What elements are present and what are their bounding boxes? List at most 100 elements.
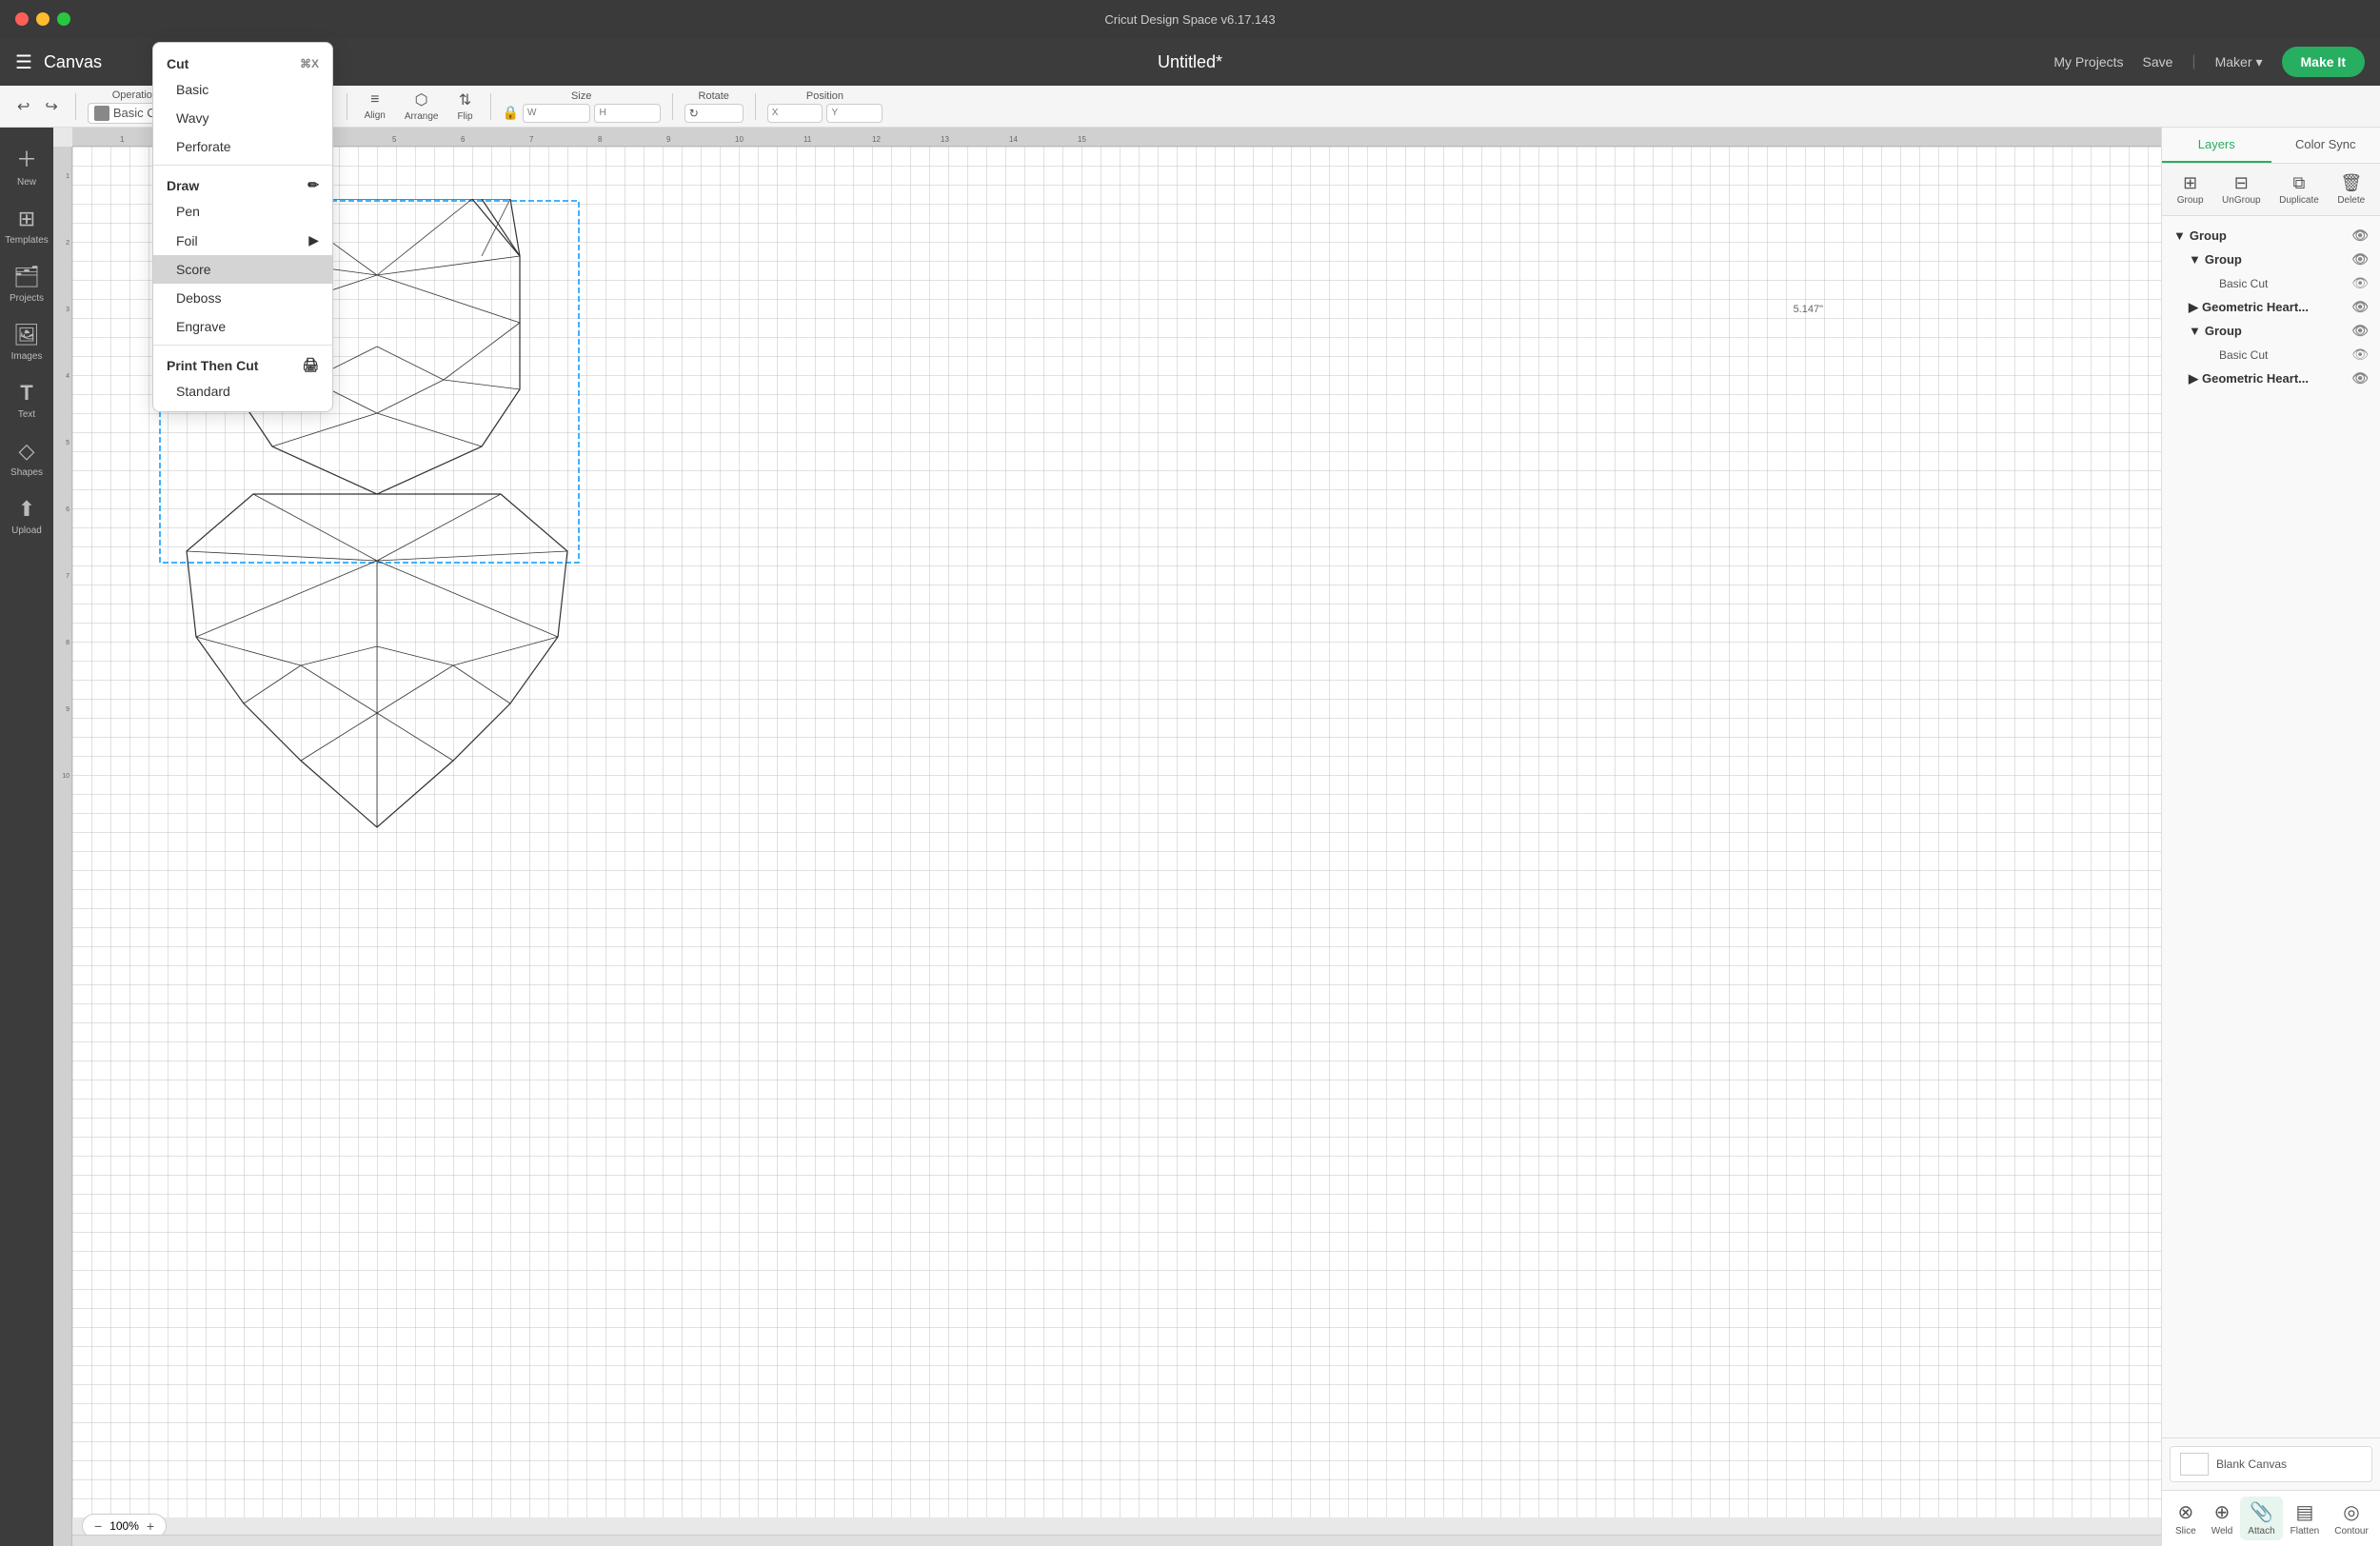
draw-score-item[interactable]: Score xyxy=(153,255,332,284)
my-projects-link[interactable]: My Projects xyxy=(2053,54,2123,69)
divider5 xyxy=(672,93,673,120)
height-field[interactable]: H 5.147 xyxy=(594,104,660,123)
sidebar-item-projects[interactable]: 🗂 Projects xyxy=(3,257,50,311)
group1-header[interactable]: ▼ Group 👁 xyxy=(2170,224,2372,248)
layer-basic-cut-2[interactable]: Basic Cut 👁 xyxy=(2185,343,2372,367)
make-it-button[interactable]: Make It xyxy=(2282,47,2365,77)
flatten-tool[interactable]: ▤ Flatten xyxy=(2283,1496,2328,1540)
slice-tool[interactable]: ⊗ Slice xyxy=(2168,1496,2204,1540)
flip-button[interactable]: ⇅ Flip xyxy=(451,87,478,126)
cut-basic-label: Basic xyxy=(176,82,208,97)
save-link[interactable]: Save xyxy=(2143,54,2173,69)
dropdown-sep-2 xyxy=(153,345,332,346)
weld-tool[interactable]: ⊕ Weld xyxy=(2204,1496,2241,1540)
y-input[interactable] xyxy=(840,107,878,120)
zoom-out-button[interactable]: − xyxy=(94,1518,102,1534)
rotate-field[interactable]: ↻ xyxy=(684,104,744,123)
print-standard-item[interactable]: Standard xyxy=(153,377,332,406)
subgroup1-header[interactable]: ▼ Group 👁 xyxy=(2185,248,2372,271)
width-input[interactable]: 6.35 xyxy=(538,107,585,120)
ruler-left-4: 4 xyxy=(66,373,69,380)
layer1-visibility[interactable]: 👁 xyxy=(2351,275,2369,291)
align-button[interactable]: ≡ Align xyxy=(359,88,391,125)
position-label: Position xyxy=(806,90,843,102)
duplicate-tool[interactable]: ⧉ Duplicate xyxy=(2275,169,2323,209)
ruler-left-2: 2 xyxy=(66,240,69,247)
draw-engrave-item[interactable]: Engrave xyxy=(153,312,332,341)
sidebar-label-upload: Upload xyxy=(11,525,42,536)
lock-icon[interactable]: 🔒 xyxy=(503,105,519,121)
operation-color-swatch xyxy=(94,106,109,121)
divider1 xyxy=(75,93,76,120)
minimize-button[interactable] xyxy=(36,12,50,26)
geo2-visibility[interactable]: 👁 xyxy=(2351,370,2369,386)
sidebar-item-shapes[interactable]: ◇ Shapes xyxy=(3,431,50,486)
layer2-visibility[interactable]: 👁 xyxy=(2351,347,2369,363)
duplicate-icon: ⧉ xyxy=(2293,173,2306,193)
rotate-input[interactable] xyxy=(701,107,739,120)
cut-wavy-item[interactable]: Wavy xyxy=(153,104,332,132)
draw-section-header: Draw ✏ xyxy=(153,169,332,197)
sidebar-label-shapes: Shapes xyxy=(10,467,43,478)
attach-tool[interactable]: 📎 Attach xyxy=(2240,1496,2282,1540)
arrange-button[interactable]: ⬡ Arrange xyxy=(399,87,445,126)
geo1-visibility[interactable]: 👁 xyxy=(2351,299,2369,315)
layer-basic-cut-1[interactable]: Basic Cut 👁 xyxy=(2185,271,2372,295)
sidebar-item-templates[interactable]: ⊞ Templates xyxy=(3,199,50,253)
group-tool[interactable]: ⊞ Group xyxy=(2173,169,2208,209)
layer1-label: Basic Cut xyxy=(2219,277,2268,290)
y-field[interactable]: Y xyxy=(826,104,883,123)
sidebar-item-images[interactable]: 🖼 Images xyxy=(3,315,50,369)
sidebar-item-new[interactable]: ＋ New xyxy=(3,135,50,195)
maker-selector[interactable]: Maker ▾ xyxy=(2215,54,2263,70)
sidebar-item-upload[interactable]: ⬆ Upload xyxy=(3,489,50,544)
menu-bar: ☰ Canvas Untitled* My Projects Save | Ma… xyxy=(0,38,2380,86)
ruler-mark-6: 6 xyxy=(461,135,465,144)
draw-foil-item[interactable]: Foil ▶ xyxy=(153,226,332,255)
sidebar-item-text[interactable]: T Text xyxy=(3,373,50,427)
delete-tool[interactable]: 🗑 Delete xyxy=(2333,169,2369,209)
attach-icon: 📎 xyxy=(2250,1500,2273,1524)
tab-color-sync[interactable]: Color Sync xyxy=(2271,128,2380,163)
x-input[interactable] xyxy=(780,107,818,120)
zoom-in-button[interactable]: + xyxy=(147,1518,154,1534)
sidebar-label-text: Text xyxy=(18,409,35,420)
cut-perforate-item[interactable]: Perforate xyxy=(153,132,332,161)
draw-engrave-label: Engrave xyxy=(176,319,226,334)
hamburger-menu[interactable]: ☰ xyxy=(15,50,32,74)
ruler-mark-14: 14 xyxy=(1009,135,1018,144)
width-field[interactable]: W 6.35 xyxy=(523,104,590,123)
undo-button[interactable]: ↩ xyxy=(11,93,35,120)
title-bar: Cricut Design Space v6.17.143 xyxy=(0,0,2380,38)
shapes-icon: ◇ xyxy=(19,439,35,464)
layer2-label: Basic Cut xyxy=(2219,348,2268,362)
ungroup-tool[interactable]: ⊟ UnGroup xyxy=(2218,169,2265,209)
delete-icon: 🗑 xyxy=(2340,173,2362,193)
align-icon: ≡ xyxy=(370,91,379,109)
color-sync-tab-label: Color Sync xyxy=(2295,137,2356,151)
tab-layers[interactable]: Layers xyxy=(2162,128,2271,163)
ungroup-icon: ⊟ xyxy=(2234,173,2249,193)
geo2-header[interactable]: ▶ Geometric Heart... 👁 xyxy=(2185,367,2372,390)
contour-tool[interactable]: ◎ Contour xyxy=(2327,1496,2376,1540)
geo1-header[interactable]: ▶ Geometric Heart... 👁 xyxy=(2185,295,2372,319)
subgroup2-header[interactable]: ▼ Group 👁 xyxy=(2185,319,2372,343)
maximize-button[interactable] xyxy=(57,12,70,26)
canvas-area[interactable]: 1 2 3 4 5 6 7 8 9 10 11 12 13 14 15 1 2 … xyxy=(53,128,2161,1546)
x-field[interactable]: X xyxy=(767,104,823,123)
subgroup1-visibility[interactable]: 👁 xyxy=(2351,251,2369,268)
layers-tab-label: Layers xyxy=(2198,137,2235,151)
draw-pen-label: Pen xyxy=(176,204,200,219)
h-label: H xyxy=(599,108,605,118)
dropdown-sep-1 xyxy=(153,165,332,166)
redo-button[interactable]: ↪ xyxy=(39,93,63,120)
horizontal-scrollbar[interactable] xyxy=(72,1535,2161,1546)
cut-basic-item[interactable]: Basic xyxy=(153,75,332,104)
subgroup2-visibility[interactable]: 👁 xyxy=(2351,323,2369,339)
blank-canvas-button[interactable]: Blank Canvas xyxy=(2170,1446,2372,1482)
height-input[interactable]: 5.147 xyxy=(608,107,656,120)
close-button[interactable] xyxy=(15,12,29,26)
draw-deboss-item[interactable]: Deboss xyxy=(153,284,332,312)
draw-pen-item[interactable]: Pen xyxy=(153,197,332,226)
group1-visibility[interactable]: 👁 xyxy=(2351,228,2369,244)
